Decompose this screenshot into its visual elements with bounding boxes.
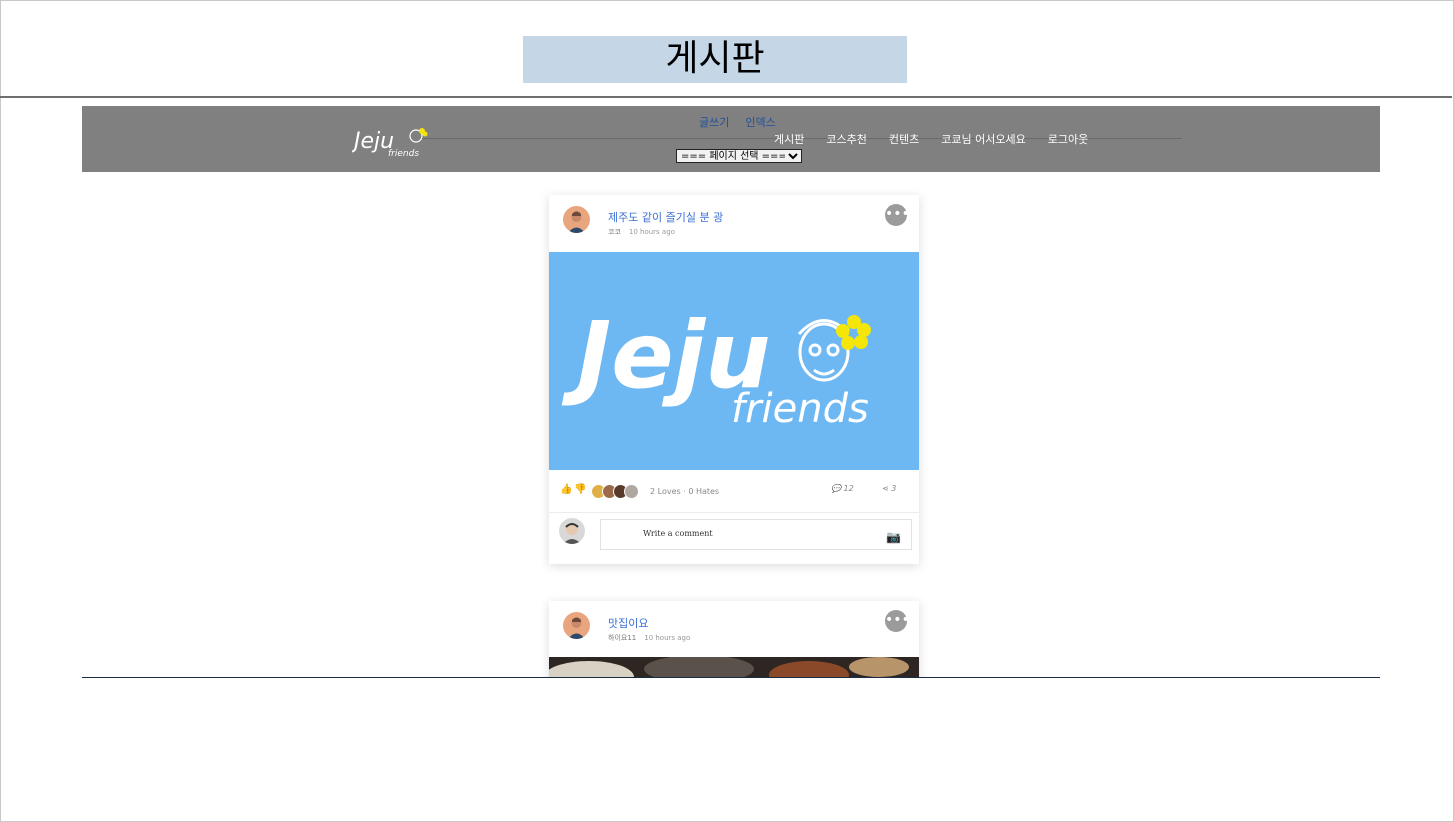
hates-count[interactable]: 0 Hates [688, 487, 719, 496]
post-time: 10 hours ago [644, 634, 691, 642]
post-title[interactable]: 맛집이요 [608, 615, 648, 631]
camera-icon[interactable]: 📷 [886, 530, 901, 544]
post-author[interactable]: 코코 [608, 228, 621, 236]
nav-item-course[interactable]: 코스추천 [826, 133, 866, 146]
nav-item-contents[interactable]: 컨텐츠 [889, 133, 919, 146]
nav-item-logout[interactable]: 로그아웃 [1048, 133, 1088, 146]
comments-icon: 💬 [831, 484, 841, 493]
page-title: 게시판 [523, 36, 907, 83]
comments-number: 12 [843, 484, 854, 493]
navbar: Jeju friends 글쓰기 인덱스 === 페이지 선택 === 게시판 코스… [82, 106, 1380, 172]
sub-links: 글쓰기 인덱스 [699, 114, 792, 130]
header-divider [0, 96, 1452, 98]
more-options-icon[interactable]: ••• [885, 204, 910, 226]
share-icon: ⋖ [882, 484, 889, 493]
thumbs-down-icon[interactable]: 👎 [574, 484, 586, 495]
reaction-counts: 2 Loves · 0 Hates [650, 487, 720, 496]
author-avatar[interactable] [563, 612, 590, 639]
current-user-avatar [559, 518, 585, 544]
post-card: 제주도 같이 즐기실 분 광 코코 10 hours ago ••• Jeju f… [549, 195, 919, 564]
nav-item-welcome-user[interactable]: 코쿄님 어서오세요 [941, 133, 1025, 146]
logo-sub-text: friends [388, 149, 419, 158]
post-time: 10 hours ago [628, 228, 675, 236]
post-card: 맛집이요 하이요11 10 hours ago ••• [549, 601, 919, 677]
nav-item-board[interactable]: 게시판 [774, 133, 804, 146]
comment-input[interactable]: Write a comment 📷 [600, 519, 912, 550]
image-sub-text: friends [731, 386, 869, 432]
shares-count[interactable]: ⋖ 3 [882, 484, 896, 493]
action-bar: 👍 👎 2 Loves · 0 Hates 💬 12 ⋖ 3 [549, 470, 919, 513]
post-meta: 코코 10 hours ago [608, 227, 675, 237]
shares-number: 3 [891, 484, 897, 493]
liker-avatar[interactable] [624, 484, 639, 499]
comment-placeholder: Write a comment [643, 529, 713, 538]
post-title[interactable]: 제주도 같이 즐기실 분 광 [608, 209, 723, 225]
post-image[interactable]: Jeju friends [549, 252, 919, 470]
more-options-icon[interactable]: ••• [885, 610, 910, 632]
loves-count[interactable]: 2 Loves [650, 487, 681, 496]
author-avatar[interactable] [563, 206, 590, 233]
index-link[interactable]: 인덱스 [745, 116, 775, 129]
jeju-friends-logo[interactable]: Jeju friends [352, 122, 432, 158]
feed: 제주도 같이 즐기실 분 광 코코 10 hours ago ••• Jeju f… [82, 172, 1380, 677]
page-select-dropdown[interactable]: === 페이지 선택 === [676, 149, 802, 163]
write-link[interactable]: 글쓰기 [699, 116, 729, 129]
post-image[interactable] [549, 657, 919, 677]
post-author[interactable]: 하이요11 [608, 634, 636, 642]
comments-count[interactable]: 💬 12 [831, 484, 854, 493]
footer-divider [82, 677, 1380, 678]
thumbs-up-icon[interactable]: 👍 [560, 484, 572, 495]
nav-menu: 게시판 코스추천 컨텐츠 코쿄님 어서오세요 로그아웃 [774, 131, 1110, 147]
post-meta: 하이요11 10 hours ago [608, 633, 690, 643]
